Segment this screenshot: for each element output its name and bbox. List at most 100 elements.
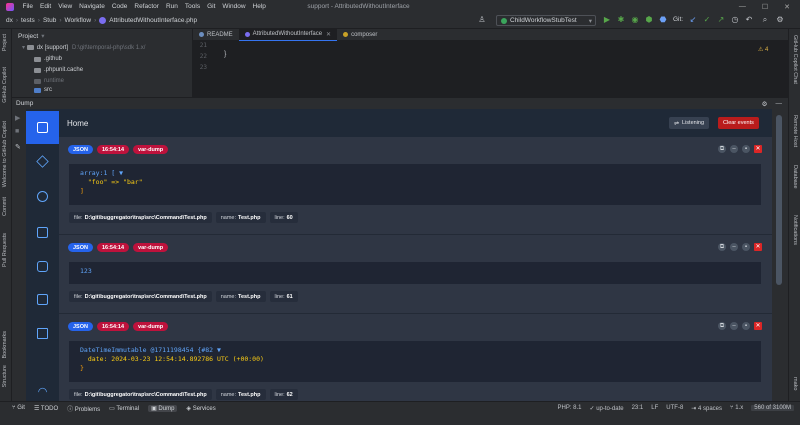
tool-problems[interactable]: ⓘ Problems	[67, 404, 100, 413]
breadcrumb-dx[interactable]: dx	[6, 17, 13, 24]
nav-http-dumps[interactable]	[26, 283, 59, 316]
menu-navigate[interactable]: Navigate	[76, 3, 109, 10]
copy-icon[interactable]: ⧉	[718, 243, 726, 251]
nav-connection[interactable]: ◠	[26, 375, 59, 401]
tool-mako[interactable]: mako	[792, 377, 798, 390]
menu-file[interactable]: File	[19, 3, 36, 10]
tool-dump[interactable]: ▣ Dump	[148, 404, 178, 412]
menu-edit[interactable]: Edit	[36, 3, 54, 10]
listening-button[interactable]: ⇌ Listening	[669, 117, 710, 129]
menu-git[interactable]: Git	[204, 3, 219, 10]
git-update-icon[interactable]: ↙	[689, 16, 697, 24]
tool-remote-host[interactable]: Remote Host	[792, 115, 798, 147]
debug-icon[interactable]: ✱	[617, 16, 625, 24]
tool-notifications[interactable]: Notifications	[792, 215, 798, 245]
copy-icon[interactable]: ⧉	[718, 322, 726, 330]
search-icon[interactable]: ⌕	[761, 16, 769, 24]
menu-tools[interactable]: Tools	[181, 3, 203, 10]
stop-icon[interactable]: ■	[15, 128, 19, 135]
indent-settings[interactable]: ⇥ 4 spaces	[691, 405, 722, 412]
tool-bookmarks[interactable]: Bookmarks	[2, 331, 8, 359]
copy-icon[interactable]: ⧉	[718, 145, 726, 153]
maximize-icon[interactable]: ☐	[762, 3, 768, 11]
tool-terminal[interactable]: ▭ Terminal	[109, 405, 139, 412]
nav-profiler[interactable]	[26, 180, 59, 213]
collapse-icon[interactable]: –	[730, 243, 738, 251]
menu-run[interactable]: Run	[162, 3, 181, 10]
tool-pull-requests[interactable]: Pull Requests	[2, 233, 8, 267]
tree-item[interactable]: .phpunit.cache	[34, 67, 83, 73]
format-badge[interactable]: JSON	[68, 322, 93, 331]
project-panel-title[interactable]: Project ▾	[18, 32, 45, 41]
caret-position[interactable]: 23:1	[632, 405, 644, 411]
tool-git[interactable]: ⑂ Git	[12, 405, 25, 411]
tree-root[interactable]: ▾ dx [support] D:\git\temporal-php\sdk 1…	[22, 44, 145, 52]
nav-inspector[interactable]	[26, 250, 59, 283]
memory-indicator[interactable]: 560 of 3100M	[751, 405, 794, 411]
run-icon[interactable]: ▶	[15, 114, 20, 122]
close-icon[interactable]: ✕	[784, 3, 790, 11]
collapse-icon[interactable]: –	[730, 322, 738, 330]
delete-icon[interactable]: ✕	[754, 145, 762, 153]
breadcrumb-workflow[interactable]: Workflow	[65, 17, 92, 24]
tool-todo[interactable]: ☰ TODO	[34, 405, 58, 412]
rollback-icon[interactable]: ↶	[745, 16, 753, 24]
tool-structure[interactable]: Structure	[2, 365, 8, 387]
events-scrollbar[interactable]	[772, 109, 788, 401]
tab-readme[interactable]: README	[193, 29, 239, 41]
settings-gear-icon[interactable]: ⚙	[776, 16, 784, 24]
menu-window[interactable]: Window	[219, 3, 249, 10]
menu-refactor[interactable]: Refactor	[131, 3, 163, 10]
history-icon[interactable]: ◷	[731, 16, 739, 24]
git-branch[interactable]: ⑂ 1.x	[730, 405, 743, 411]
attach-icon[interactable]: ⬣	[659, 16, 667, 24]
tab-attributed-without-interface[interactable]: AttributedWithoutInterface ✕	[238, 28, 338, 41]
minimize-icon[interactable]: —	[739, 3, 746, 11]
git-commit-icon[interactable]: ✓	[703, 16, 711, 24]
breadcrumb-stub[interactable]: Stub	[43, 17, 56, 24]
delete-icon[interactable]: ✕	[754, 243, 762, 251]
run-icon[interactable]: ▶	[603, 16, 611, 24]
warnings-indicator[interactable]: ⚠ 4	[758, 46, 768, 53]
breadcrumb-tests[interactable]: tests	[21, 17, 35, 24]
tree-item[interactable]: src	[34, 87, 52, 93]
nav-sentry[interactable]	[26, 145, 59, 178]
tool-database[interactable]: Database	[792, 165, 798, 189]
tool-commit[interactable]: Commit	[2, 197, 8, 216]
hide-tool-window-icon[interactable]: —	[776, 100, 783, 107]
git-push-icon[interactable]: ↗	[717, 16, 725, 24]
tool-copilot-chat[interactable]: GitHub Copilot Chat	[792, 35, 798, 84]
format-badge[interactable]: JSON	[68, 243, 93, 252]
user-icon[interactable]: ♙	[478, 16, 486, 24]
php-version[interactable]: PHP: 8.1	[558, 405, 582, 411]
scrollbar-thumb[interactable]	[776, 115, 782, 285]
coverage-icon[interactable]: ◉	[631, 16, 639, 24]
close-tab-icon[interactable]: ✕	[326, 31, 331, 38]
tool-project[interactable]: Project	[2, 34, 8, 51]
file-encoding[interactable]: UTF-8	[666, 405, 683, 411]
tab-composer[interactable]: composer	[337, 29, 383, 41]
nav-home[interactable]	[26, 111, 59, 144]
vcs-status[interactable]: ✓ up-to-date	[590, 405, 624, 412]
profile-icon[interactable]: ⬢	[645, 16, 653, 24]
nav-ray[interactable]	[26, 317, 59, 350]
format-badge[interactable]: JSON	[68, 145, 93, 154]
nav-smtp[interactable]	[26, 216, 59, 249]
menu-help[interactable]: Help	[249, 3, 269, 10]
menu-code[interactable]: Code	[108, 3, 131, 10]
menu-view[interactable]: View	[55, 3, 76, 10]
tool-github-copilot[interactable]: GitHub Copilot	[2, 67, 8, 103]
line-separator[interactable]: LF	[651, 405, 658, 411]
delete-icon[interactable]: ✕	[754, 322, 762, 330]
tree-item[interactable]: runtime	[34, 78, 64, 84]
wrench-icon[interactable]: ✎	[15, 143, 21, 151]
expand-toggle[interactable]: ▼	[119, 169, 123, 177]
tool-welcome-copilot[interactable]: Welcome to GitHub Copilot	[2, 121, 8, 187]
tool-services[interactable]: ◈ Services	[186, 405, 215, 412]
lock-icon[interactable]: ▪	[742, 322, 750, 330]
tree-item[interactable]: .github	[34, 56, 62, 62]
lock-icon[interactable]: ▪	[742, 243, 750, 251]
clear-events-button[interactable]: Clear events	[718, 117, 759, 129]
breadcrumb-file[interactable]: AttributedWithoutInterface.php	[109, 17, 197, 24]
tool-window-settings-icon[interactable]: ⚙	[762, 100, 768, 108]
